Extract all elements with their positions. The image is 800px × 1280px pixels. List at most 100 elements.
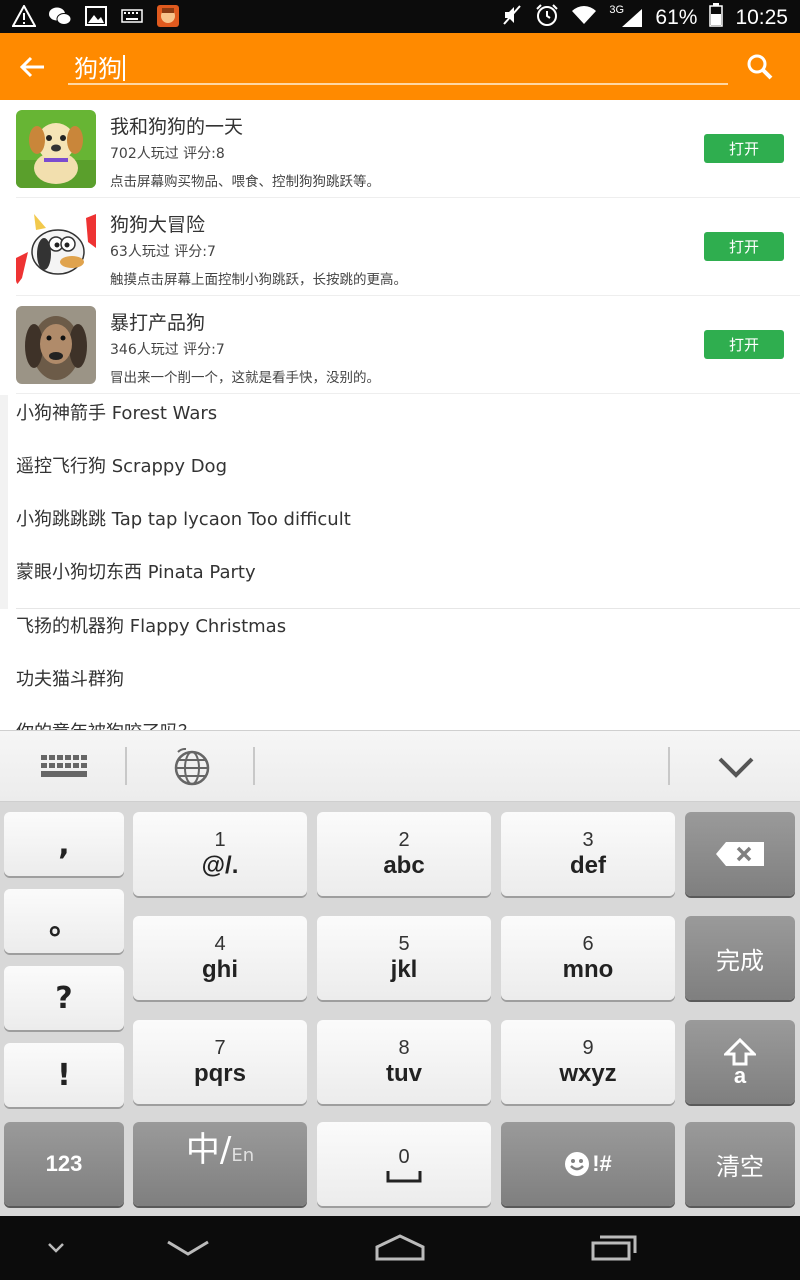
app-result-item[interactable]: 狗狗大冒险 63人玩过 评分:7 触摸点击屏幕上面控制小狗跳跃，长按跳的更高。 …: [16, 198, 800, 296]
key-period[interactable]: 。: [4, 889, 124, 953]
search-query-text: 狗狗: [74, 55, 122, 83]
suggestion-item[interactable]: 你的童年被狗咬了吗？: [0, 716, 800, 730]
toolbar-separator: [125, 747, 127, 785]
chevron-down-icon: [718, 757, 754, 778]
key-label: !#: [592, 1151, 612, 1176]
suggestion-label: 你的童年被狗咬了吗？: [16, 718, 196, 730]
notification-icons: [12, 4, 180, 28]
app-thumbnail: [16, 208, 96, 286]
text-caret: [123, 55, 125, 81]
app-title: 我和狗狗的一天: [110, 116, 244, 138]
search-button[interactable]: [740, 47, 780, 87]
language-switch-key[interactable]: 中/En: [133, 1122, 307, 1206]
key-label: a: [733, 1063, 747, 1088]
app-thumbnail: [16, 110, 96, 188]
key-letters: ghi: [202, 956, 238, 983]
nav-menu-button[interactable]: [16, 1224, 96, 1272]
status-bar: 3G 61% 10:25: [0, 0, 800, 33]
app-description: 点击屏幕购买物品、喂食、控制狗狗跳跃等。: [110, 174, 380, 190]
keyboard-layout-button[interactable]: [24, 741, 104, 793]
numbers-key[interactable]: 123: [4, 1122, 124, 1206]
keyboard-toolbar: [0, 730, 800, 802]
shift-key[interactable]: a: [685, 1020, 795, 1104]
clear-key[interactable]: 清空: [685, 1122, 795, 1206]
open-button[interactable]: 打开: [704, 232, 784, 261]
key-number: 7: [214, 1037, 226, 1059]
key-number: 8: [398, 1037, 410, 1059]
alarm-icon: [535, 3, 559, 32]
key-number: 3: [582, 829, 594, 851]
key-label-zh: 中/: [185, 1130, 232, 1170]
shift-arrow-icon: [724, 1038, 756, 1066]
search-query: 狗狗: [74, 49, 125, 84]
key-comma[interactable]: ,: [4, 812, 124, 876]
clock: 10:25: [735, 5, 788, 29]
app-description: 冒出来一个削一个，这就是看手快，没别的。: [110, 370, 380, 386]
nav-home-button[interactable]: [360, 1224, 440, 1272]
nav-recents-button[interactable]: [574, 1224, 654, 1272]
app-meta: 702人玩过 评分:8: [110, 146, 225, 162]
suggestion-label: 小狗神箭手 Forest Wars: [16, 403, 218, 424]
suggestion-label: 蒙眼小狗切东西 Pinata Party: [16, 562, 256, 583]
key-6[interactable]: 6 mno: [501, 916, 675, 1000]
app-thumbnail: [16, 306, 96, 384]
language-button[interactable]: [152, 741, 232, 793]
suggestion-item[interactable]: 小狗神箭手 Forest Wars: [0, 397, 800, 450]
suggestion-item[interactable]: 小狗跳跳跳 Tap tap lycaon Too difficult: [0, 503, 800, 556]
key-1[interactable]: 1 @/.: [133, 812, 307, 896]
key-number: 6: [582, 933, 594, 955]
key-3[interactable]: 3 def: [501, 812, 675, 896]
hide-keyboard-button[interactable]: [696, 741, 776, 793]
suggestion-label: 遥控飞行狗 Scrappy Dog: [16, 456, 227, 477]
suggestion-item[interactable]: 功夫猫斗群狗: [0, 663, 800, 716]
key-7[interactable]: 7 pqrs: [133, 1020, 307, 1104]
key-number: 0: [398, 1146, 410, 1168]
key-label: 。: [49, 907, 79, 942]
keyboard-icon: [120, 4, 144, 28]
search-icon: [747, 54, 773, 80]
image-icon: [84, 4, 108, 28]
key-exclamation[interactable]: !: [4, 1043, 124, 1107]
app-description: 触摸点击屏幕上面控制小狗跳跃，长按跳的更高。: [110, 272, 407, 288]
space-key[interactable]: 0: [317, 1122, 491, 1206]
key-9[interactable]: 9 wxyz: [501, 1020, 675, 1104]
suggestion-item[interactable]: 飞扬的机器狗 Flappy Christmas: [0, 610, 800, 663]
keyboard: , 。 ? ! 1 @/. 2 abc 3 def 4 ghi 5 jkl 6 mno 完成…: [0, 802, 800, 1216]
key-letters: tuv: [386, 1060, 422, 1087]
suggestion-label: 小狗跳跳跳 Tap tap lycaon Too difficult: [16, 509, 351, 530]
app-title: 狗狗大冒险: [110, 214, 206, 236]
back-button[interactable]: [12, 47, 52, 87]
key-5[interactable]: 5 jkl: [317, 916, 491, 1000]
search-results: 我和狗狗的一天 702人玩过 评分:8 点击屏幕购买物品、喂食、控制狗狗跳跃等。…: [0, 100, 800, 730]
key-8[interactable]: 8 tuv: [317, 1020, 491, 1104]
key-question[interactable]: ?: [4, 966, 124, 1030]
app-result-item[interactable]: 暴打产品狗 346人玩过 评分:7 冒出来一个削一个，这就是看手快，没别的。 打…: [16, 296, 800, 394]
search-input[interactable]: 狗狗: [68, 45, 728, 85]
done-key[interactable]: 完成: [685, 916, 795, 1000]
key-letters: wxyz: [559, 1060, 617, 1087]
nav-back-button[interactable]: [148, 1224, 228, 1272]
suggestion-item[interactable]: 蒙眼小狗切东西 Pinata Party: [0, 556, 800, 609]
recents-icon: [591, 1235, 637, 1261]
suggestion-item[interactable]: 遥控飞行狗 Scrappy Dog: [0, 450, 800, 503]
open-button[interactable]: 打开: [704, 330, 784, 359]
key-letters: def: [570, 852, 606, 879]
system-icons: 3G 61% 10:25: [501, 3, 788, 32]
app-title: 暴打产品狗: [110, 312, 206, 334]
open-button[interactable]: 打开: [704, 134, 784, 163]
toolbar-separator: [253, 747, 255, 785]
key-number: 4: [214, 933, 226, 955]
screen: 3G 61% 10:25 狗狗 我和狗狗的一天 702人玩过 评分:8 点击屏幕…: [0, 0, 800, 1280]
key-letters: abc: [383, 852, 425, 879]
app-meta: 346人玩过 评分:7: [110, 342, 225, 358]
divider: [16, 608, 800, 609]
key-4[interactable]: 4 ghi: [133, 916, 307, 1000]
emoji-symbols-key[interactable]: !#: [501, 1122, 675, 1206]
backspace-key[interactable]: [685, 812, 795, 896]
app-result-item[interactable]: 我和狗狗的一天 702人玩过 评分:8 点击屏幕购买物品、喂食、控制狗狗跳跃等。…: [16, 100, 800, 198]
key-number: 2: [398, 829, 410, 851]
key-2[interactable]: 2 abc: [317, 812, 491, 896]
space-icon: [386, 1171, 422, 1183]
back-icon: [167, 1240, 209, 1256]
key-label: ,: [58, 826, 70, 862]
